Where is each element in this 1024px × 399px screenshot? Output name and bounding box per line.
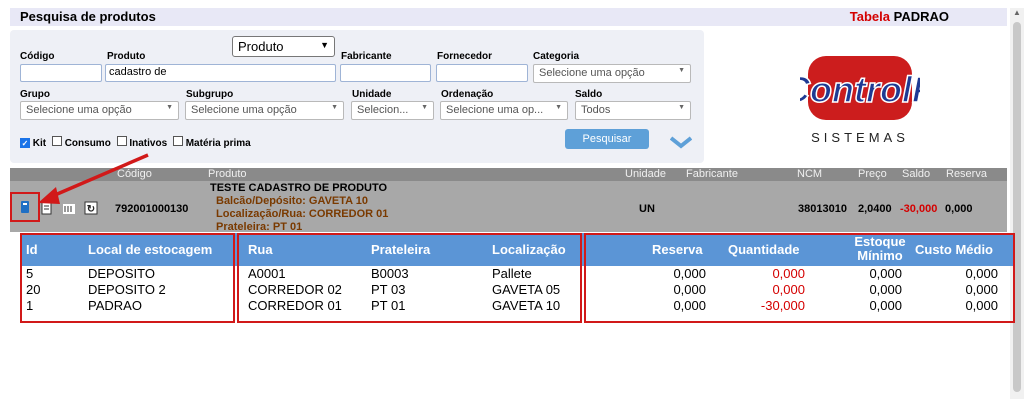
kit-label: Kit [32, 138, 47, 149]
product-prateleira: Prateleira: PT 01 [216, 221, 303, 233]
highlight-box-quantities [584, 233, 1015, 323]
chevron-down-icon: ▼ [555, 104, 562, 111]
product-saldo: -30,000 [900, 203, 938, 215]
inativos-checkbox[interactable] [116, 136, 127, 146]
ordenacao-value: Selecione uma op... [446, 104, 544, 116]
product-balcao: Balcão/Depósito: GAVETA 10 [216, 195, 368, 207]
inativos-label: Inativos [129, 138, 168, 149]
unidade-select[interactable]: Selecion... ▼ [351, 101, 434, 120]
chevron-down-icon: ▼ [678, 104, 685, 111]
unidade-label: Unidade [352, 89, 392, 100]
logo-text: ControlP [800, 69, 920, 110]
price-table-indicator: Tabela PADRAO [850, 9, 949, 24]
codigo-input[interactable] [20, 64, 102, 82]
subgrupo-label: Subgrupo [186, 89, 234, 100]
chevron-down-icon: ▼ [421, 104, 428, 111]
categoria-select[interactable]: Selecione uma opção ▼ [533, 64, 691, 83]
grupo-label: Grupo [20, 89, 50, 100]
product-ncm: 38013010 [798, 203, 847, 215]
filter-checkboxes: ✓ Kit Consumo Inativos Matéria prima [20, 136, 251, 149]
unidade-value: Selecion... [357, 104, 409, 116]
expand-chevron-icon[interactable] [670, 136, 692, 150]
materia-prima-label: Matéria prima [185, 138, 251, 149]
consumo-label: Consumo [64, 138, 111, 149]
grupo-value: Selecione uma opção [26, 104, 132, 116]
search-mode-select[interactable]: Produto ▼ [232, 36, 335, 57]
fornecedor-input[interactable] [436, 64, 528, 82]
product-header-row: Código Produto Unidade Fabricante NCM Pr… [10, 168, 1007, 181]
kit-checkbox[interactable]: ✓ [20, 138, 30, 148]
produto-input[interactable]: cadastro de [105, 64, 336, 82]
search-mode-value: Produto [238, 39, 284, 54]
product-unit: UN [639, 203, 655, 215]
controlp-logo: ControlP SISTEMAS [800, 56, 920, 145]
product-result-row[interactable]: Código Produto Unidade Fabricante NCM Pr… [10, 168, 1007, 233]
col-unidade: Unidade [625, 168, 666, 180]
fabricante-input[interactable] [340, 64, 431, 82]
col-reserva: Reserva [946, 168, 987, 180]
col-preco: Preço [858, 168, 887, 180]
subgrupo-value: Selecione uma opção [191, 104, 297, 116]
col-saldo: Saldo [902, 168, 931, 180]
fornecedor-label: Fornecedor [437, 51, 493, 62]
tabela-value: PADRAO [893, 9, 949, 24]
categoria-value: Selecione uma opção [539, 67, 645, 79]
grupo-select[interactable]: Selecione uma opção ▼ [20, 101, 179, 120]
scrollbar[interactable]: ▲ [1010, 8, 1024, 399]
ordenacao-label: Ordenação [441, 89, 494, 100]
col-ncm: NCM [797, 168, 823, 180]
annotation-arrow [38, 153, 149, 204]
chevron-down-icon: ▼ [331, 104, 338, 111]
product-reserva: 0,000 [945, 203, 973, 215]
scroll-up-icon[interactable]: ▲ [1010, 8, 1024, 20]
tabela-label: Tabela [849, 9, 890, 24]
chevron-down-icon: ▼ [678, 67, 685, 74]
saldo-select[interactable]: Todos ▼ [575, 101, 691, 120]
chevron-down-icon: ▼ [320, 40, 329, 50]
search-button[interactable]: Pesquisar [565, 129, 649, 149]
saldo-value: Todos [581, 104, 611, 116]
highlight-box-local [20, 233, 235, 323]
subgrupo-select[interactable]: Selecione uma opção ▼ [185, 101, 344, 120]
consumo-checkbox[interactable] [51, 136, 62, 146]
col-fabricante: Fabricante [686, 168, 738, 180]
categoria-label: Categoria [533, 51, 580, 62]
highlight-box-address [237, 233, 582, 323]
page-title: Pesquisa de produtos [20, 9, 156, 24]
product-price: 2,0400 [858, 203, 892, 215]
product-name: TESTE CADASTRO DE PRODUTO [210, 182, 388, 194]
col-produto: Produto [208, 168, 247, 180]
filter-panel: Produto ▼ Código Produto cadastro de Fabr… [10, 30, 704, 163]
logo-subtext: SISTEMAS [811, 130, 909, 145]
stock-locations-table: Id Local de estocagem Rua Prateleira Loc… [20, 233, 1015, 323]
stock-detail-icon[interactable] [18, 200, 32, 214]
title-bar: Pesquisa de produtos Tabela PADRAO [10, 8, 1007, 26]
ordenacao-select[interactable]: Selecione uma op... ▼ [440, 101, 568, 120]
codigo-label: Código [20, 51, 55, 62]
fabricante-label: Fabricante [341, 51, 392, 62]
materia-prima-checkbox[interactable] [172, 136, 183, 146]
chevron-down-icon: ▼ [166, 104, 173, 111]
saldo-label: Saldo [575, 89, 603, 100]
scrollbar-thumb[interactable] [1013, 22, 1021, 392]
product-localizacao: Localização/Rua: CORREDOR 01 [216, 208, 389, 220]
produto-label: Produto [107, 51, 146, 62]
